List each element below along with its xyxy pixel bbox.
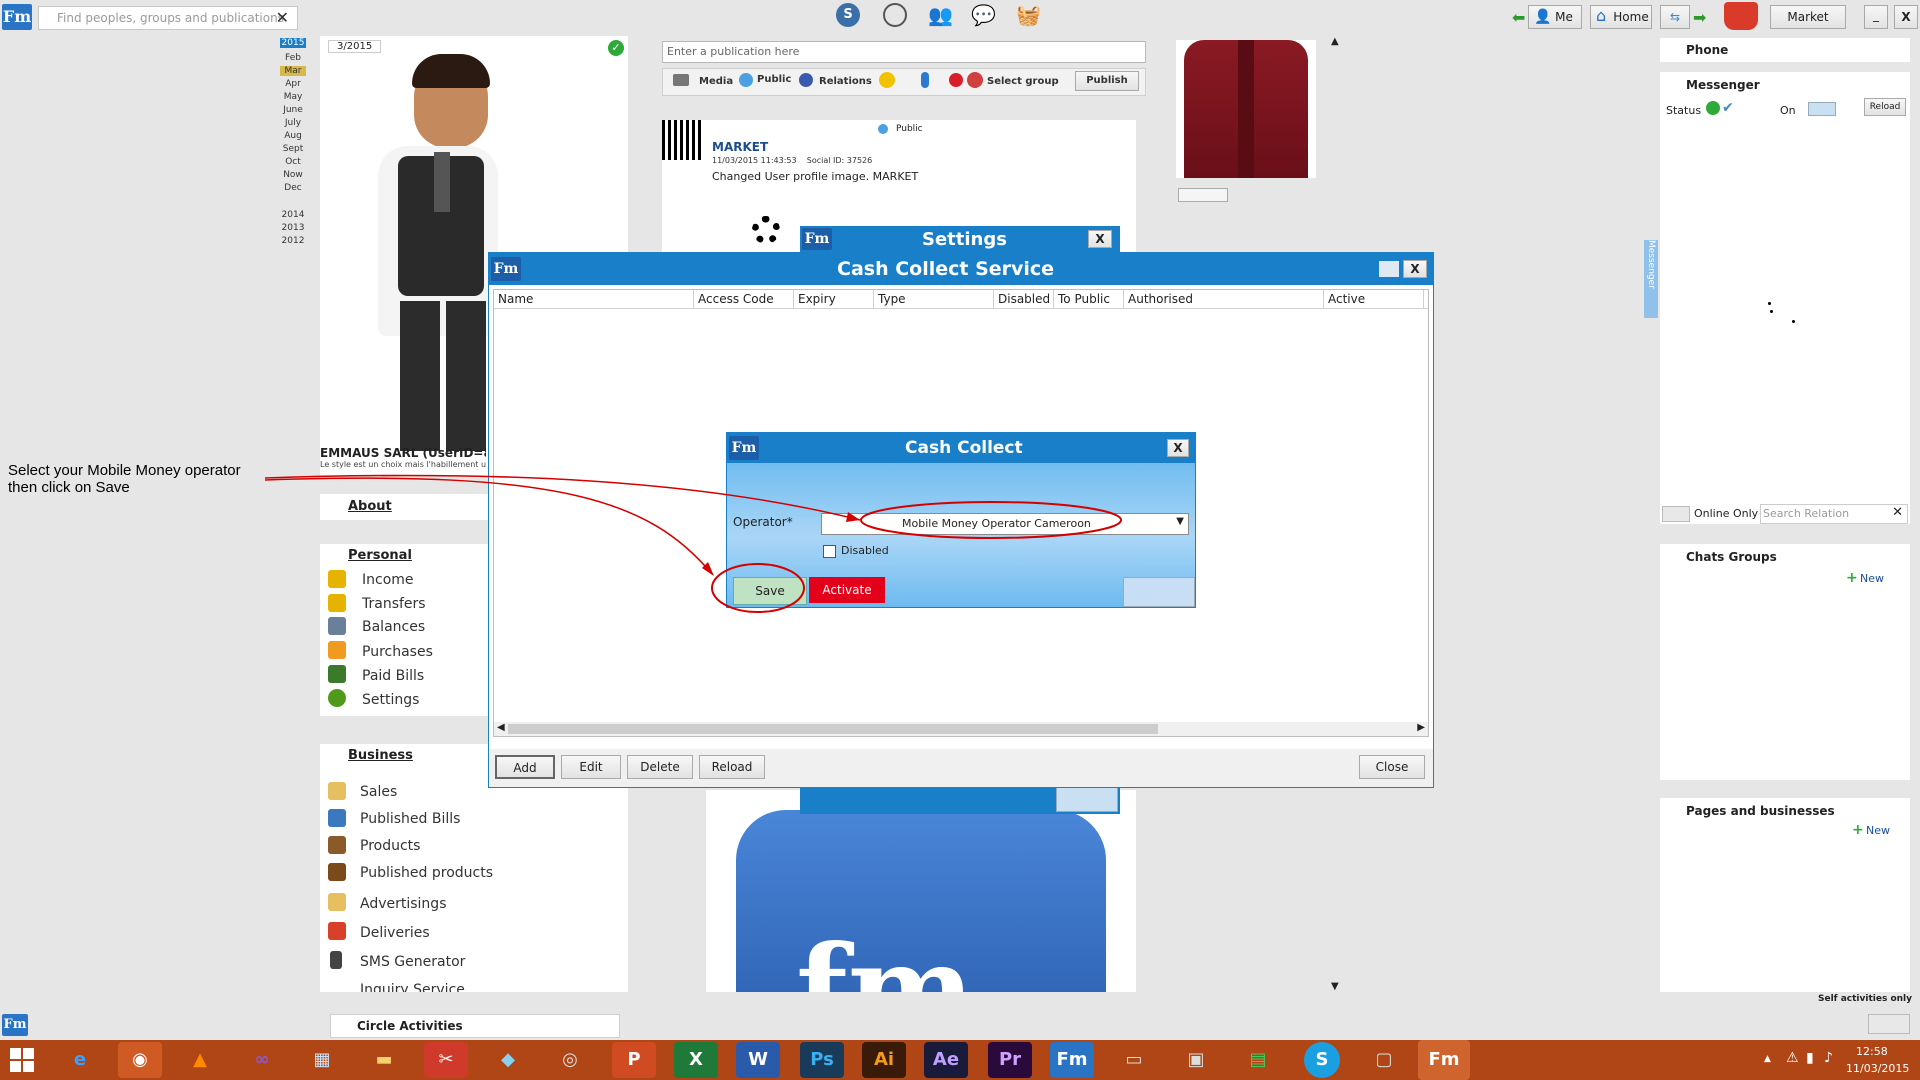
illustrator-icon[interactable]: Ai	[862, 1042, 906, 1078]
online-only-toggle[interactable]	[1662, 506, 1690, 522]
messenger-panel: Messenger Status ✔ On Reload Online Only…	[1660, 72, 1910, 524]
word-icon[interactable]: W	[736, 1042, 780, 1078]
pages-panel: Pages and businesses + New	[1660, 798, 1910, 992]
chats-groups-panel: Chats Groups + New	[1660, 544, 1910, 780]
self-activities-toggle[interactable]	[1868, 1014, 1910, 1034]
self-activities-label[interactable]: Self activities only	[1818, 994, 1912, 1004]
operator-highlight	[860, 501, 1122, 539]
volume-icon[interactable]: ♪	[1824, 1050, 1833, 1066]
annotation-arrows	[264, 474, 1122, 613]
on-label: On	[1780, 104, 1796, 117]
premiere-icon[interactable]: Pr	[988, 1042, 1032, 1078]
clock-date[interactable]: 11/03/2015	[1846, 1062, 1909, 1075]
new-chat-group-button[interactable]: New	[1860, 572, 1884, 585]
status-dropdown-icon[interactable]: ✔	[1722, 100, 1734, 116]
phone-title[interactable]: Phone	[1686, 43, 1728, 57]
status-toggle[interactable]	[1808, 102, 1836, 116]
taskbar: e ◉ ▲ ∞ ▦ ▬ ✂ ◆ ◎ P X W Ps Ai Ae Pr Fm ▭…	[0, 1040, 1920, 1080]
windows-start-icon[interactable]	[10, 1048, 34, 1072]
online-only-label: Online Only	[1694, 507, 1759, 520]
arrow-to-operator	[264, 474, 861, 521]
clock-time[interactable]: 12:58	[1856, 1045, 1888, 1058]
plus-icon[interactable]: +	[1846, 570, 1858, 586]
status-label: Status	[1666, 104, 1702, 117]
network-drive-icon[interactable]: ▭	[1112, 1042, 1156, 1078]
file-explorer-icon[interactable]: ▬	[362, 1042, 406, 1078]
save-highlight	[711, 563, 805, 613]
messenger-title: Messenger	[1686, 78, 1760, 92]
chats-groups-title: Chats Groups	[1686, 550, 1777, 564]
tray-arrow-icon[interactable]: ▲	[1764, 1054, 1771, 1064]
search-relation-input[interactable]: Search Relation ✕	[1760, 504, 1908, 524]
arrow-to-save	[264, 477, 713, 575]
pages-title: Pages and businesses	[1686, 804, 1835, 818]
battery-icon[interactable]: ▮	[1806, 1050, 1814, 1066]
loading-dots-icon	[1768, 302, 1798, 332]
messenger-side-tab[interactable]: Messenger	[1644, 240, 1658, 318]
calculator-icon[interactable]: ▦	[300, 1042, 344, 1078]
visual-studio-icon[interactable]: ∞	[240, 1042, 284, 1078]
window-app-icon[interactable]: ▢	[1362, 1042, 1406, 1078]
snipping-tool-icon[interactable]: ✂	[424, 1042, 468, 1078]
plus-icon[interactable]: +	[1852, 822, 1864, 838]
firefox-icon[interactable]: ◉	[118, 1042, 162, 1078]
excel-file-icon[interactable]: ▤	[1236, 1042, 1280, 1078]
status-check-icon	[1706, 101, 1720, 115]
phone-panel: Phone	[1660, 38, 1910, 62]
photos-icon[interactable]: ▣	[1174, 1042, 1218, 1078]
powerpoint-icon[interactable]: P	[612, 1042, 656, 1078]
arrow-head-operator	[846, 512, 860, 522]
after-effects-icon[interactable]: Ae	[924, 1042, 968, 1078]
fm-app-icon[interactable]: Fm	[1050, 1042, 1094, 1078]
camera-icon[interactable]: ◎	[548, 1042, 592, 1078]
new-page-button[interactable]: New	[1866, 824, 1890, 837]
photoshop-icon[interactable]: Ps	[800, 1042, 844, 1078]
skype-icon[interactable]: S	[1304, 1042, 1340, 1078]
excel-icon[interactable]: X	[674, 1042, 718, 1078]
messenger-reload-button[interactable]: Reload	[1864, 98, 1906, 116]
notepad-icon[interactable]: ◆	[486, 1042, 530, 1078]
internet-explorer-icon[interactable]: e	[58, 1042, 102, 1078]
fm-active-icon[interactable]: Fm	[1418, 1040, 1470, 1080]
network-icon[interactable]: ⚠	[1786, 1050, 1799, 1066]
vlc-icon[interactable]: ▲	[178, 1042, 222, 1078]
clear-relation-icon[interactable]: ✕	[1892, 505, 1903, 520]
